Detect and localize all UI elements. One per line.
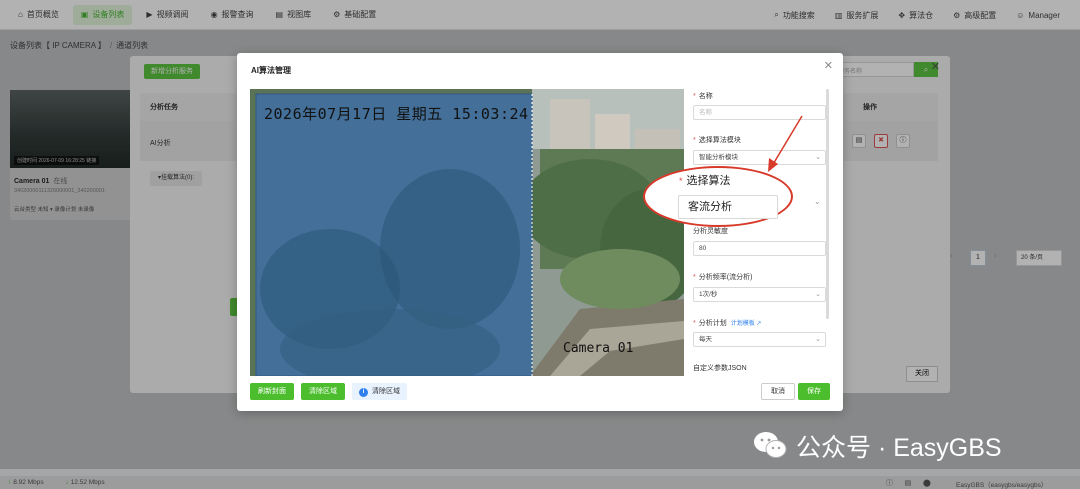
module-label: * 选择算法模块 [693, 135, 741, 145]
video-camera-label: Camera 01 [563, 341, 634, 356]
plan-select[interactable]: 每天 ⌄ [693, 332, 826, 347]
cancel-button[interactable]: 取消 [761, 383, 795, 400]
chevron-down-icon: ⌄ [815, 291, 821, 298]
plan-label-text: 分析计划 [698, 320, 727, 327]
required-mark: * [679, 176, 683, 186]
name-label-text: 名称 [698, 93, 713, 100]
form-scrollbar[interactable] [826, 89, 829, 319]
annotation-arrow-icon [768, 115, 803, 172]
chevron-down-icon: ⌄ [815, 336, 821, 343]
frequency-select[interactable]: 1次/秒 ⌄ [693, 287, 826, 302]
custom-json-label: 自定义参数JSON [693, 365, 747, 372]
plan-label: * 分析计划 计划模板 ↗ [693, 318, 761, 328]
close-icon[interactable]: ✕ [824, 61, 833, 72]
sensitivity-label: 分析灵敏度 [693, 228, 728, 235]
info-icon: i [359, 388, 368, 397]
modal-title: AI算法管理 [251, 66, 291, 75]
sensitivity-input[interactable]: 80 [693, 241, 826, 256]
clear-region-button[interactable]: 清除区域 [301, 383, 345, 400]
chevron-down-icon: ⌄ [815, 154, 821, 161]
required-mark: * [693, 137, 696, 144]
algorithm-label: * 选择算法 [679, 172, 731, 188]
frequency-label: * 分析频率(流分析) [693, 272, 752, 282]
watermark-text: 公众号 · EasyGBS [796, 434, 1002, 462]
frequency-select-value: 1次/秒 [699, 291, 718, 298]
wechat-logo-icon [754, 432, 787, 458]
algorithm-select[interactable]: 客流分析 [678, 195, 778, 219]
video-preview[interactable]: 2026年07月17日 星期五 15:03:24 Camera 01 [250, 89, 684, 376]
module-select-value: 智能分析模块 [699, 154, 738, 161]
video-scene [250, 89, 684, 376]
required-mark: * [693, 93, 696, 100]
chevron-down-icon: ⌄ [814, 197, 821, 206]
name-label: * 名称 [693, 91, 713, 101]
external-link-icon: ↗ [756, 321, 762, 327]
save-button[interactable]: 保存 [798, 383, 830, 400]
clear-region-hint-text: 清除区域 [372, 388, 400, 395]
ai-algorithm-modal: AI算法管理 ✕ 2026年07月17日 星期五 15:03:24 Camera… [237, 53, 843, 411]
frequency-label-text: 分析频率(流分析) [698, 274, 753, 281]
algorithm-label-text: 选择算法 [686, 175, 731, 187]
required-mark: * [693, 274, 696, 281]
refresh-cover-button[interactable]: 刷新封面 [250, 383, 294, 400]
plan-template-link-text: 计划模板 [730, 321, 755, 327]
clear-region-hint[interactable]: i 清除区域 [352, 383, 407, 400]
module-label-text: 选择算法模块 [698, 137, 741, 144]
video-timestamp: 2026年07月17日 星期五 15:03:24 [264, 105, 529, 123]
plan-select-value: 每天 [699, 336, 712, 343]
plan-template-link[interactable]: 计划模板 ↗ [731, 321, 762, 327]
required-mark: * [693, 320, 696, 327]
